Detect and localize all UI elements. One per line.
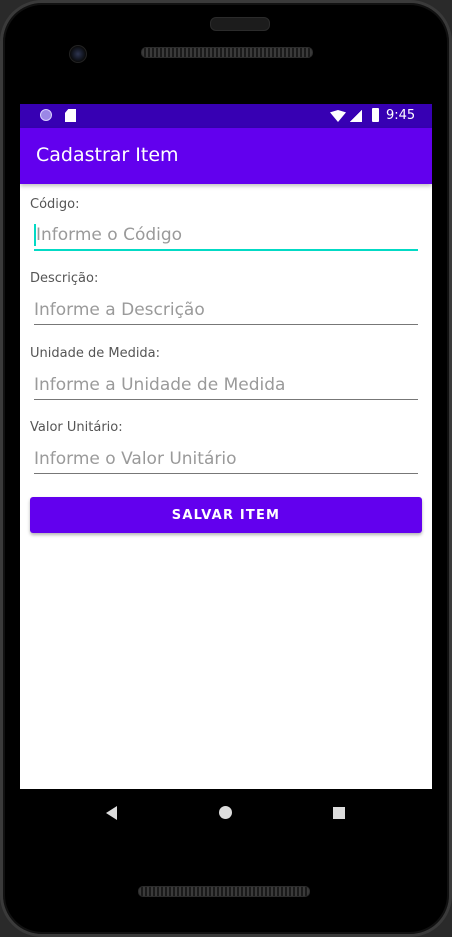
valor-unitario-input[interactable] bbox=[34, 444, 418, 474]
codigo-input[interactable] bbox=[34, 221, 418, 251]
signal-icon bbox=[349, 110, 362, 122]
valor-unitario-label: Valor Unitário: bbox=[30, 420, 123, 435]
status-time: 9:45 bbox=[386, 108, 416, 123]
unidade-medida-label: Unidade de Medida: bbox=[30, 346, 161, 361]
wifi-icon bbox=[330, 110, 346, 122]
front-camera-icon bbox=[69, 45, 87, 63]
descricao-input[interactable] bbox=[34, 295, 418, 325]
recents-icon[interactable] bbox=[333, 807, 345, 819]
earpiece bbox=[210, 17, 270, 31]
bottom-speaker-grille bbox=[138, 886, 310, 897]
sd-card-icon bbox=[65, 109, 76, 122]
codigo-label: Código: bbox=[30, 197, 80, 212]
battery-icon bbox=[372, 108, 379, 122]
descricao-label: Descrição: bbox=[30, 271, 99, 286]
home-icon[interactable] bbox=[219, 806, 232, 819]
top-speaker-grille bbox=[141, 47, 313, 58]
page-title: Cadastrar Item bbox=[36, 144, 179, 166]
navigation-bar bbox=[20, 789, 432, 837]
app-screen: 9:45 Cadastrar Item Código: Descrição: U… bbox=[20, 104, 432, 789]
status-bar: 9:45 bbox=[20, 104, 432, 128]
unidade-medida-input[interactable] bbox=[34, 370, 418, 400]
notification-circle-icon bbox=[40, 109, 52, 121]
salvar-item-button[interactable]: SALVAR ITEM bbox=[30, 497, 422, 533]
device-frame: 9:45 Cadastrar Item Código: Descrição: U… bbox=[0, 0, 452, 937]
app-bar: Cadastrar Item bbox=[20, 128, 432, 184]
back-icon[interactable] bbox=[106, 806, 117, 820]
text-cursor bbox=[34, 224, 36, 246]
